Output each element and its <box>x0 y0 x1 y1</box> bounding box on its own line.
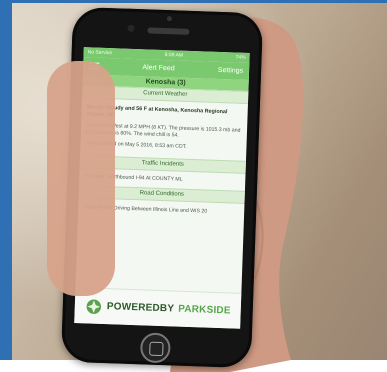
settings-link[interactable]: Settings <box>218 67 244 75</box>
brand-parkside-text: PARKSIDE <box>177 303 231 317</box>
carrier-text: No Service <box>87 49 113 57</box>
battery-text: 74% <box>235 54 246 61</box>
camera-icon <box>166 16 172 22</box>
brand-footer: POWEREDBY PARKSIDE <box>74 287 242 329</box>
home-button[interactable] <box>139 332 171 364</box>
photo-stage: No Service 8:08 AM 74% Alert Feed Settin… <box>0 0 387 372</box>
left-thumb <box>47 61 115 296</box>
brand-poweredby-text: POWEREDBY <box>106 301 175 315</box>
nav-title: Alert Feed <box>142 64 175 73</box>
sensor-icon <box>127 24 135 32</box>
parkside-logo-icon <box>86 298 102 314</box>
speaker-grill <box>147 27 190 35</box>
time-text: 8:08 AM <box>164 52 184 59</box>
